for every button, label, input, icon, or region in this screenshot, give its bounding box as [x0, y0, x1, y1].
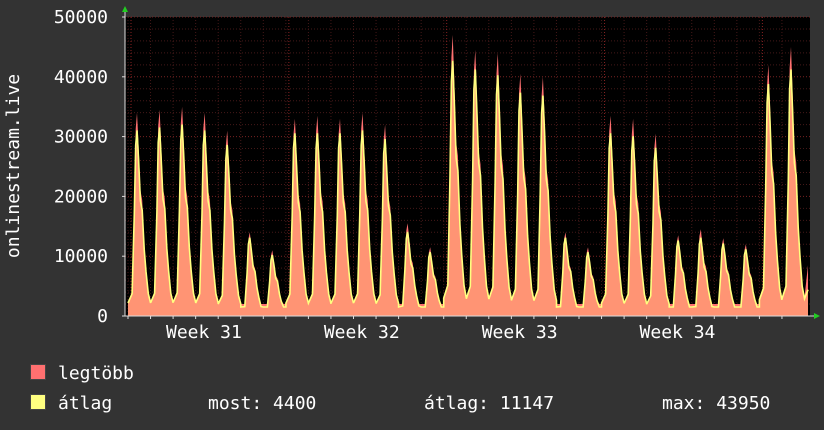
stat-atlag-value: 11147	[499, 393, 555, 414]
y-tick-label: 20000	[54, 186, 108, 207]
legend-label-legtobb: legtöbb	[58, 363, 134, 384]
stat-max-label: max:	[662, 393, 706, 414]
stat-atlag-label: átlag:	[424, 393, 490, 414]
y-tick-label: 50000	[54, 7, 108, 28]
y-tick-label: 30000	[54, 127, 108, 148]
legend-item-legtobb: legtöbb	[30, 363, 134, 384]
week-label: Week 32	[324, 322, 400, 343]
stat-most-label: most:	[208, 393, 263, 414]
y-tick-label: 10000	[54, 246, 108, 267]
x-axis-arrow	[814, 313, 820, 319]
legend-label-atlag: átlag	[58, 393, 113, 414]
y-tick-labels: 0 10000 20000 30000 40000 50000	[54, 7, 125, 327]
stat-max: max: 43950	[662, 393, 770, 414]
stat-most: most: 4400	[208, 393, 316, 414]
stat-max-value: 43950	[716, 393, 771, 414]
x-tick-labels: Week 31 Week 32 Week 33 Week 34	[166, 322, 715, 343]
week-label: Week 34	[640, 322, 716, 343]
y-tick-label: 0	[97, 306, 108, 327]
stat-most-value: 4400	[273, 393, 317, 414]
y-axis-label: onlinestream.live	[3, 74, 24, 258]
atlag-swatch	[30, 394, 46, 410]
stat-atlag: átlag: 11147	[424, 393, 554, 414]
legend-item-atlag: átlag	[30, 393, 112, 414]
week-label: Week 33	[482, 322, 558, 343]
y-axis-arrow	[122, 6, 128, 12]
week-label: Week 31	[166, 322, 242, 343]
legtobb-swatch	[30, 364, 46, 380]
y-tick-label: 40000	[54, 67, 108, 88]
